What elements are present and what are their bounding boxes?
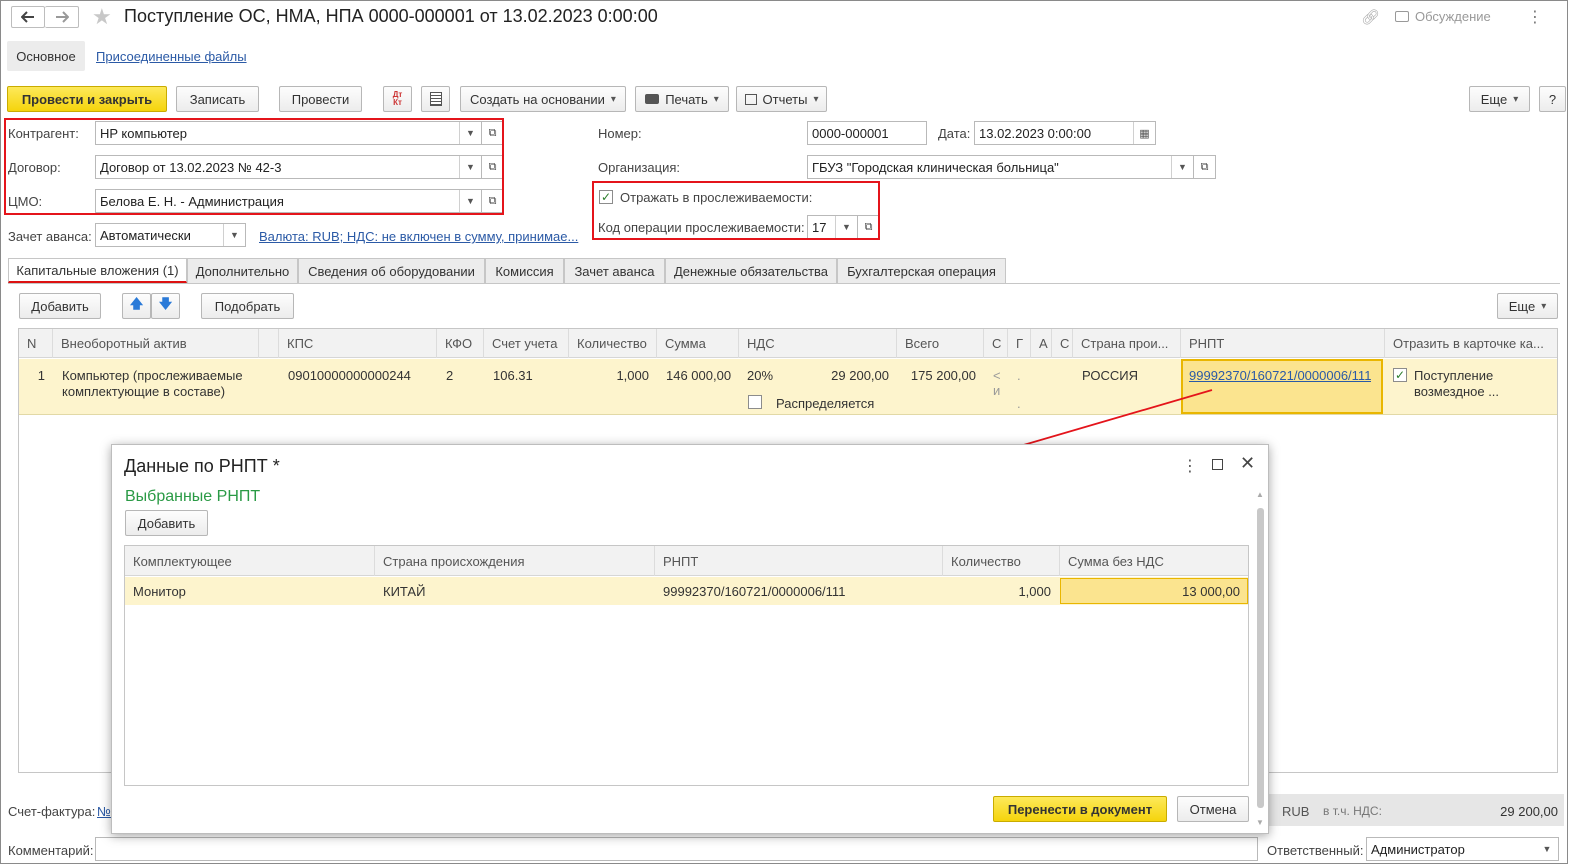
- dialog-cancel-button[interactable]: Отмена: [1177, 796, 1249, 822]
- scroll-up-icon[interactable]: ▲: [1256, 490, 1264, 499]
- comment-label: Комментарий:: [8, 843, 94, 858]
- footer-vat-label: в т.ч. НДС:: [1323, 804, 1382, 818]
- footer-vat-value: 29 200,00: [1500, 804, 1558, 819]
- dcol-country[interactable]: Страна происхождения: [375, 546, 655, 576]
- invoice-label: Счет-фактура:: [8, 804, 96, 819]
- dcol-qty[interactable]: Количество: [943, 546, 1060, 576]
- responsible-value: Администратор: [1371, 841, 1465, 857]
- dialog-subtitle: Выбранные РНПТ: [125, 488, 261, 505]
- drow-rnpt: 99992370/160721/0000006/111: [663, 583, 846, 599]
- dcol-rnpt[interactable]: РНПТ: [655, 546, 943, 576]
- drow-sum: 13 000,00: [1182, 583, 1240, 599]
- comment-field[interactable]: [95, 837, 1258, 861]
- dialog-menu-icon[interactable]: ⋮: [1182, 456, 1198, 476]
- dialog-scrollbar[interactable]: [1257, 508, 1264, 808]
- dialog-title: Данные по РНПТ *: [124, 456, 280, 476]
- transfer-button[interactable]: Перенести в документ: [993, 796, 1167, 822]
- responsible-label: Ответственный:: [1267, 843, 1364, 858]
- dialog-close-icon[interactable]: ✕: [1240, 453, 1255, 474]
- dialog-maximize-icon[interactable]: [1212, 459, 1223, 470]
- chevron-down-icon[interactable]: ▼: [1536, 838, 1558, 860]
- dcol-sum[interactable]: Сумма без НДС: [1060, 546, 1248, 576]
- drow-component: Монитор: [133, 583, 186, 599]
- scroll-down-icon[interactable]: ▼: [1256, 818, 1264, 827]
- dialog-add-button[interactable]: Добавить: [125, 510, 208, 536]
- invoice-link[interactable]: №: [97, 804, 111, 819]
- drow-country: КИТАЙ: [383, 583, 426, 599]
- dcol-component[interactable]: Комплектующее: [125, 546, 375, 576]
- drow-qty: 1,000: [1018, 583, 1051, 599]
- responsible-field[interactable]: Администратор ▼: [1366, 837, 1559, 861]
- footer-currency: RUB: [1282, 804, 1310, 819]
